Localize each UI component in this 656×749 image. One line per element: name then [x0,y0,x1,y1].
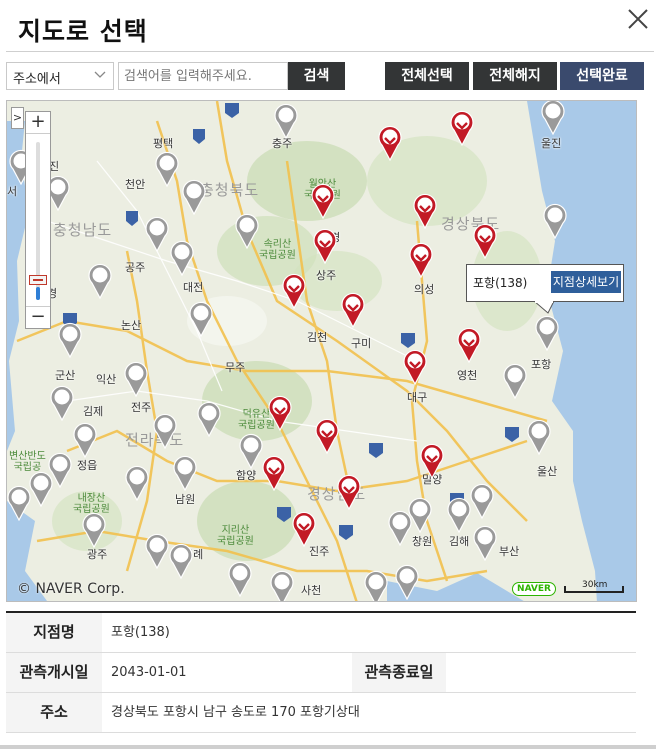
station-marker[interactable] [6,485,32,521]
station-marker[interactable] [502,363,528,399]
search-scope-select[interactable]: 주소에서 [6,62,114,90]
scale-label: 30km [582,580,608,590]
station-marker[interactable] [469,483,495,519]
start-date-label: 관측개시일 [6,653,102,692]
map-copyright: © NAVER Corp. [17,581,125,597]
station-marker[interactable] [446,497,472,533]
station-marker-selected[interactable] [472,223,498,259]
info-row-address: 주소 경상북도 포항시 남구 송도로 170 포항기상대 [6,693,636,733]
station-marker[interactable] [542,203,568,239]
zoom-slider-handle[interactable] [29,275,47,286]
station-marker[interactable] [540,100,566,135]
station-marker[interactable] [152,413,178,449]
station-marker[interactable] [269,570,295,602]
station-marker[interactable] [72,422,98,458]
station-marker[interactable] [57,322,83,358]
station-marker[interactable] [181,179,207,215]
dialog-title: 지도로 선택 [18,17,148,46]
station-map[interactable]: 충청북도 충청남도 경상북도 경상남도 전라북도 평택 충주 울진 천안 공주 … [6,100,637,602]
station-marker[interactable] [196,401,222,437]
station-marker[interactable] [168,543,194,579]
expand-map-button[interactable]: > [11,107,24,129]
search-input[interactable] [118,62,288,90]
station-name-value: 포항(138) [111,625,170,640]
title-divider [6,51,654,52]
station-marker[interactable] [387,510,413,546]
station-marker[interactable] [227,561,253,597]
station-marker-selected[interactable] [281,273,307,309]
search-button[interactable]: 검색 [288,62,345,90]
station-marker[interactable] [472,525,498,561]
start-date-value: 2043-01-01 [111,665,187,680]
station-marker-selected[interactable] [340,292,366,328]
station-marker[interactable] [273,103,299,139]
station-info-table: 지점명 포항(138) 관측개시일 2043-01-01 관측종료일 주소 경상… [6,611,636,733]
station-name-label: 지점명 [6,613,102,652]
station-marker[interactable] [124,465,150,501]
deselect-all-button[interactable]: 전체해지 [473,62,557,90]
station-marker[interactable] [144,216,170,252]
station-marker-selected[interactable] [449,110,475,146]
zoom-in-button[interactable]: + [26,112,50,134]
station-marker-selected[interactable] [336,474,362,510]
station-marker[interactable] [49,385,75,421]
station-marker[interactable] [169,240,195,276]
bottom-divider [0,745,656,749]
station-marker[interactable] [234,213,260,249]
station-marker[interactable] [144,533,170,569]
end-date-label: 관측종료일 [352,653,446,692]
station-marker[interactable] [154,151,180,187]
station-marker-selected[interactable] [412,193,438,229]
station-marker-selected[interactable] [310,183,336,219]
station-marker-selected[interactable] [419,443,445,479]
station-marker-selected[interactable] [402,349,428,385]
station-marker-selected[interactable] [314,418,340,454]
station-marker-selected[interactable] [408,242,434,278]
station-marker-selected[interactable] [267,395,293,431]
station-marker[interactable] [394,564,420,600]
station-marker-selected[interactable] [291,511,317,547]
station-marker-selected[interactable] [312,228,338,264]
station-marker[interactable] [526,419,552,455]
station-marker[interactable] [81,512,107,548]
popup-station-name: 포항(138) [473,276,528,290]
station-marker-selected[interactable] [261,455,287,491]
search-scope-value: 주소에서 [13,72,61,87]
zoom-box: + − [25,111,51,329]
station-detail-button[interactable]: 지점상세보기 [551,271,621,293]
info-row-dates: 관측개시일 2043-01-01 관측종료일 [6,653,636,693]
done-button[interactable]: 선택완료 [560,62,644,90]
address-label: 주소 [6,693,102,732]
station-marker[interactable] [363,570,389,602]
select-all-button[interactable]: 전체선택 [385,62,469,90]
station-marker[interactable] [123,361,149,397]
naver-logo: NAVER [512,582,556,596]
station-popup: 포항(138) 지점상세보기 [466,264,624,302]
station-marker[interactable] [534,315,560,351]
zoom-level-fill [36,287,40,300]
chevron-down-icon [94,71,106,78]
station-marker[interactable] [87,263,113,299]
address-value: 경상북도 포항시 남구 송도로 170 포항기상대 [111,705,360,720]
info-row-name: 지점명 포항(138) [6,613,636,653]
popup-pointer [534,301,554,314]
station-marker[interactable] [188,301,214,337]
station-marker[interactable] [172,455,198,491]
zoom-out-button[interactable]: − [26,306,50,328]
close-icon[interactable] [625,6,651,32]
station-marker-selected[interactable] [377,125,403,161]
station-marker-selected[interactable] [456,327,482,363]
